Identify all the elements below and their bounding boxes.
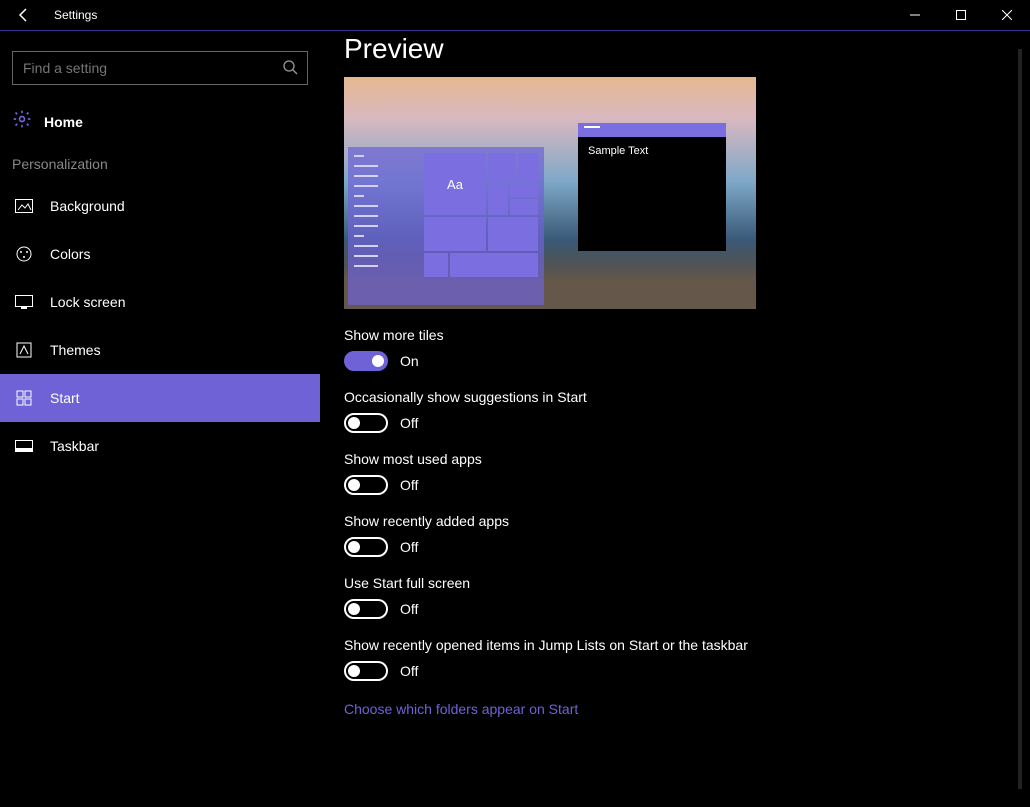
- close-button[interactable]: [984, 0, 1030, 31]
- window-mock: Sample Text: [578, 123, 726, 251]
- setting-label: Show most used apps: [344, 451, 1030, 467]
- sidebar-item-themes[interactable]: Themes: [0, 326, 320, 374]
- toggle-full-screen[interactable]: [344, 599, 388, 619]
- sidebar-item-taskbar[interactable]: Taskbar: [0, 422, 320, 470]
- toggle-suggestions[interactable]: [344, 413, 388, 433]
- toggle-state: Off: [400, 477, 418, 493]
- start-mock: Aa: [348, 147, 544, 305]
- setting-label: Occasionally show suggestions in Start: [344, 389, 1030, 405]
- nav-label: Themes: [50, 342, 101, 358]
- sidebar-item-start[interactable]: Start: [0, 374, 320, 422]
- back-button[interactable]: [14, 5, 34, 25]
- setting-full-screen: Use Start full screen Off: [344, 575, 1030, 619]
- toggle-most-used[interactable]: [344, 475, 388, 495]
- search-box: [12, 51, 308, 85]
- home-label: Home: [44, 114, 83, 130]
- setting-label: Show recently opened items in Jump Lists…: [344, 637, 1030, 653]
- setting-label: Use Start full screen: [344, 575, 1030, 591]
- toggle-more-tiles[interactable]: [344, 351, 388, 371]
- choose-folders-link[interactable]: Choose which folders appear on Start: [344, 701, 578, 717]
- sidebar: Home Personalization Background Colors Loc…: [0, 31, 320, 807]
- title-bar: Settings: [0, 0, 1030, 31]
- start-icon: [12, 390, 36, 406]
- taskbar-icon: [12, 440, 36, 452]
- gear-icon: [12, 109, 32, 134]
- lockscreen-icon: [12, 295, 36, 309]
- toggle-state: Off: [400, 601, 418, 617]
- sample-text: Sample Text: [578, 137, 726, 165]
- toggle-recently-added[interactable]: [344, 537, 388, 557]
- start-preview: Aa Sample Text: [344, 77, 756, 309]
- setting-suggestions: Occasionally show suggestions in Start Of…: [344, 389, 1030, 433]
- sidebar-item-home[interactable]: Home: [0, 99, 320, 150]
- toggle-jump-lists[interactable]: [344, 661, 388, 681]
- maximize-button[interactable]: [938, 0, 984, 31]
- toggle-state: Off: [400, 663, 418, 679]
- setting-most-used: Show most used apps Off: [344, 451, 1030, 495]
- nav-label: Taskbar: [50, 438, 99, 454]
- search-icon: [282, 59, 298, 80]
- search-input[interactable]: [12, 51, 308, 85]
- setting-more-tiles: Show more tiles On: [344, 327, 1030, 371]
- sidebar-item-colors[interactable]: Colors: [0, 230, 320, 278]
- window-title: Settings: [54, 8, 97, 22]
- nav-label: Start: [50, 390, 80, 406]
- main-content: Preview Aa Sample Text Show more tiles On…: [320, 31, 1030, 807]
- toggle-state: On: [400, 353, 419, 369]
- nav-label: Lock screen: [50, 294, 125, 310]
- sidebar-item-lockscreen[interactable]: Lock screen: [0, 278, 320, 326]
- nav-label: Background: [50, 198, 125, 214]
- toggle-state: Off: [400, 415, 418, 431]
- setting-recently-added: Show recently added apps Off: [344, 513, 1030, 557]
- setting-jump-lists: Show recently opened items in Jump Lists…: [344, 637, 1030, 681]
- scrollbar[interactable]: [1014, 31, 1028, 807]
- minimize-button[interactable]: [892, 0, 938, 31]
- page-title: Preview: [344, 33, 1030, 65]
- nav-label: Colors: [50, 246, 90, 262]
- preview-tile-text: Aa: [424, 153, 486, 215]
- setting-label: Show recently added apps: [344, 513, 1030, 529]
- group-header: Personalization: [0, 150, 320, 182]
- background-icon: [12, 199, 36, 213]
- themes-icon: [12, 342, 36, 358]
- setting-label: Show more tiles: [344, 327, 1030, 343]
- toggle-state: Off: [400, 539, 418, 555]
- colors-icon: [12, 245, 36, 263]
- sidebar-item-background[interactable]: Background: [0, 182, 320, 230]
